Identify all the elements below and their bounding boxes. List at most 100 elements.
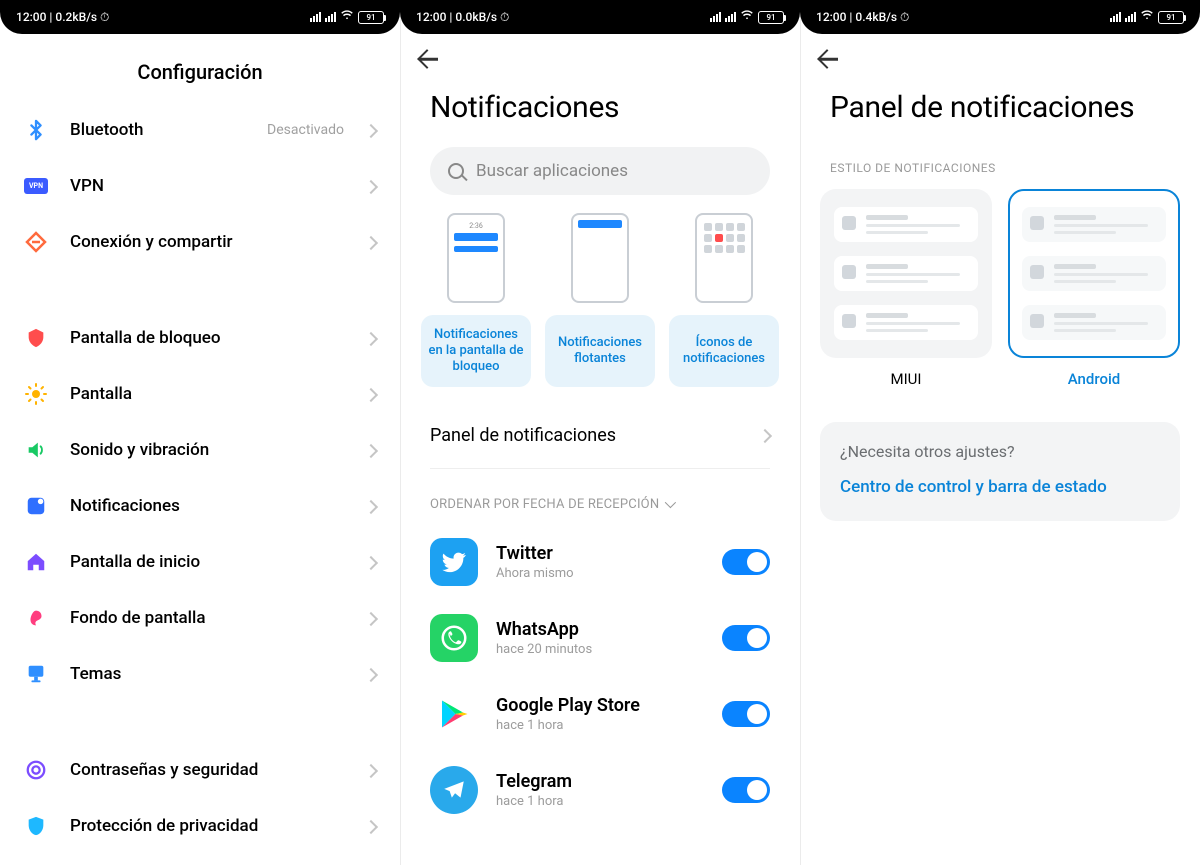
help-link[interactable]: Centro de control y barra de estado: [840, 477, 1160, 497]
chevron-right-icon: [366, 328, 376, 349]
arrow-left-icon: [818, 48, 840, 70]
app-row-play[interactable]: Google Play Store hace 1 hora: [400, 676, 800, 752]
back-button[interactable]: [800, 34, 1200, 74]
status-bar: 12:00 | 0.4kB/s ⏱ 91: [800, 0, 1200, 34]
item-label: Conexión y compartir: [70, 232, 344, 252]
style-label: Notificaciones flotantes: [545, 315, 655, 387]
wifi-icon: [340, 8, 354, 26]
settings-screen: 12:00 | 0.2kB/s ⏱ 91 Configuración Bluet…: [0, 0, 400, 865]
settings-content: Configuración Bluetooth Desactivado VPN …: [0, 34, 400, 865]
chevron-right-icon: [366, 384, 376, 405]
style-label: Íconos de notificaciones: [669, 315, 779, 387]
back-button[interactable]: [400, 34, 800, 74]
chevron-right-icon: [366, 760, 376, 781]
chevron-right-icon: [366, 120, 376, 141]
notification-panel-screen: 12:00 | 0.4kB/s ⏱ 91 Panel de notificaci…: [800, 0, 1200, 865]
search-placeholder: Buscar aplicaciones: [476, 161, 628, 181]
item-label: VPN: [70, 176, 344, 196]
battery-icon: 91: [758, 11, 784, 24]
item-label: Fondo de pantalla: [70, 608, 344, 628]
settings-item-home[interactable]: Pantalla de inicio: [0, 534, 400, 590]
settings-item-bluetooth[interactable]: Bluetooth Desactivado: [0, 102, 400, 158]
panel-label: Panel de notificaciones: [430, 425, 760, 446]
style-name: Android: [1008, 370, 1180, 388]
app-name: WhatsApp: [496, 619, 704, 640]
app-time: hace 20 minutos: [496, 642, 704, 657]
app-row-whatsapp[interactable]: WhatsApp hace 20 minutos: [400, 600, 800, 676]
chevron-down-icon: [665, 497, 673, 512]
toggle-switch[interactable]: [722, 549, 770, 575]
sound-icon: [24, 438, 48, 462]
settings-item-key[interactable]: Contraseñas y seguridad: [0, 742, 400, 798]
settings-item-wall[interactable]: Fondo de pantalla: [0, 590, 400, 646]
item-label: Notificaciones: [70, 496, 344, 516]
item-label: Bluetooth: [70, 120, 245, 140]
app-name: Google Play Store: [496, 695, 704, 716]
telegram-icon: [430, 766, 478, 814]
notification-style-float[interactable]: Notificaciones flotantes: [545, 213, 655, 387]
status-bar: 12:00 | 0.0kB/s ⏱ 91: [400, 0, 800, 34]
notification-style-lock[interactable]: 2:36Notificaciones en la pantalla de blo…: [421, 213, 531, 387]
chevron-right-icon: [366, 176, 376, 197]
item-label: Contraseñas y seguridad: [70, 760, 344, 780]
settings-item-notif[interactable]: Notificaciones: [0, 478, 400, 534]
key-icon: [24, 758, 48, 782]
app-time: hace 1 hora: [496, 718, 704, 733]
chevron-right-icon: [366, 816, 376, 837]
notif-style-card-android[interactable]: [1008, 189, 1180, 358]
settings-item-vpn[interactable]: VPN VPN: [0, 158, 400, 214]
page-title: Notificaciones: [400, 74, 800, 143]
battery-icon: 91: [1158, 11, 1184, 24]
shield-icon: [24, 814, 48, 838]
status-left: 12:00 | 0.0kB/s ⏱: [416, 10, 509, 25]
panel-row[interactable]: Panel de notificaciones: [400, 403, 800, 468]
settings-item-share[interactable]: Conexión y compartir: [0, 214, 400, 270]
item-label: Pantalla: [70, 384, 344, 404]
status-left: 12:00 | 0.2kB/s ⏱: [16, 10, 109, 25]
status-bar: 12:00 | 0.2kB/s ⏱ 91: [0, 0, 400, 34]
settings-item-shield[interactable]: Protección de privacidad: [0, 798, 400, 854]
home-icon: [24, 550, 48, 574]
app-time: Ahora mismo: [496, 566, 704, 581]
item-label: Protección de privacidad: [70, 816, 344, 836]
settings-item-theme[interactable]: Temas: [0, 646, 400, 702]
sort-label[interactable]: ORDENAR POR FECHA DE RECEPCIÓN: [400, 469, 800, 524]
item-label: Pantalla de bloqueo: [70, 328, 344, 348]
chevron-right-icon: [366, 440, 376, 461]
chevron-right-icon: [366, 496, 376, 517]
wall-icon: [24, 606, 48, 630]
toggle-switch[interactable]: [722, 777, 770, 803]
style-label: Notificaciones en la pantalla de bloqueo: [421, 315, 531, 387]
search-icon: [448, 163, 464, 179]
notifications-content: Notificaciones Buscar aplicaciones 2:36N…: [400, 34, 800, 865]
whatsapp-icon: [430, 614, 478, 662]
signal-icon: [1125, 12, 1136, 22]
settings-item-sun[interactable]: Pantalla: [0, 366, 400, 422]
toggle-switch[interactable]: [722, 701, 770, 727]
app-name: Twitter: [496, 543, 704, 564]
app-row-telegram[interactable]: Telegram hace 1 hora: [400, 752, 800, 828]
app-time: hace 1 hora: [496, 794, 704, 809]
section-label: ESTILO DE NOTIFICACIONES: [800, 143, 1200, 189]
panel-content: Panel de notificaciones ESTILO DE NOTIFI…: [800, 34, 1200, 865]
notification-style-icons[interactable]: Íconos de notificaciones: [669, 213, 779, 387]
settings-item-sound[interactable]: Sonido y vibración: [0, 422, 400, 478]
wifi-icon: [1140, 8, 1154, 26]
toggle-switch[interactable]: [722, 625, 770, 651]
chevron-right-icon: [366, 552, 376, 573]
notif-style-card-miui[interactable]: [820, 189, 992, 358]
signal-icon: [710, 12, 721, 22]
app-name: Telegram: [496, 771, 704, 792]
settings-item-lock[interactable]: Pantalla de bloqueo: [0, 310, 400, 366]
style-name: MIUI: [820, 370, 992, 388]
item-label: Pantalla de inicio: [70, 552, 344, 572]
lock-icon: [24, 326, 48, 350]
bluetooth-icon: [24, 118, 48, 142]
chevron-right-icon: [366, 232, 376, 253]
signal-icon: [310, 12, 321, 22]
search-input[interactable]: Buscar aplicaciones: [430, 147, 770, 195]
play-store-icon: [430, 690, 478, 738]
app-row-twitter[interactable]: Twitter Ahora mismo: [400, 524, 800, 600]
chevron-right-icon: [760, 425, 770, 446]
theme-icon: [24, 662, 48, 686]
